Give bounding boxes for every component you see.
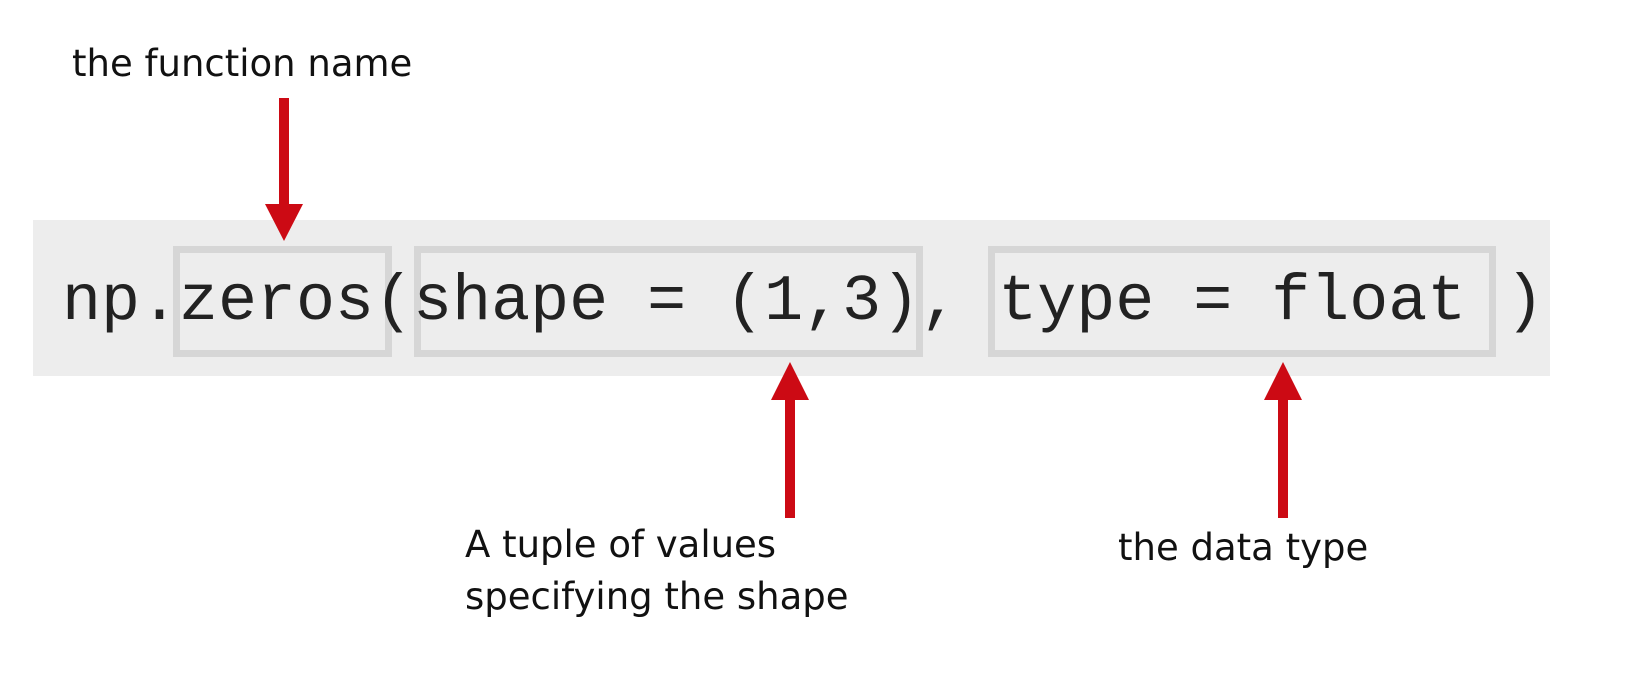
function-name-label: the function name bbox=[72, 42, 413, 85]
shape-label-line2: specifying the shape bbox=[465, 575, 849, 618]
arrow-up-icon bbox=[1264, 362, 1302, 518]
arrow-down-icon bbox=[265, 98, 303, 241]
arrow-up-icon bbox=[771, 362, 809, 518]
diagram: np.zeros(shape = (1,3), type = float ) t… bbox=[0, 0, 1634, 698]
shape-label-line1: A tuple of values bbox=[465, 523, 777, 566]
data-type-label: the data type bbox=[1118, 526, 1369, 569]
